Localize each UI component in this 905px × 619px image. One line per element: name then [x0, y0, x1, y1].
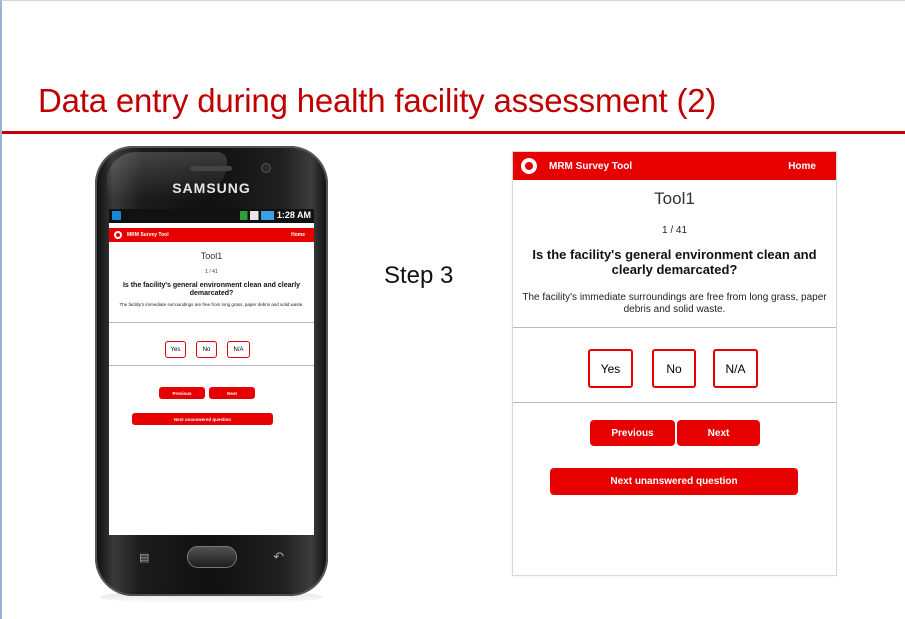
home-link[interactable]: Home: [788, 161, 816, 172]
step-label: Step 3: [384, 262, 454, 289]
question-description: The facility's immediate surroundings ar…: [119, 302, 304, 307]
phone-speaker: [190, 166, 232, 171]
question-text: Is the facility's general environment cl…: [532, 247, 817, 277]
next-button[interactable]: Next: [677, 420, 760, 446]
question-description: The facility's immediate surroundings ar…: [522, 292, 827, 315]
slide-title: Data entry during health facility assess…: [38, 82, 717, 119]
menu-icon[interactable]: ▤: [139, 551, 149, 564]
question-progress: 1 / 41: [661, 225, 688, 236]
notification-icon: [112, 211, 121, 220]
app-header: MRM Survey Tool Home: [513, 152, 836, 180]
option-no-button[interactable]: No: [652, 349, 696, 388]
app-header: MRM Survey Tool Home: [109, 228, 314, 242]
question-progress: 1 / 41: [205, 269, 218, 275]
back-arrow-icon[interactable]: ↶: [273, 549, 284, 565]
question-text: Is the facility's general environment cl…: [122, 282, 301, 297]
next-unanswered-button[interactable]: Next unanswered question: [132, 413, 273, 425]
home-link[interactable]: Home: [291, 232, 305, 238]
phone-screen: 1:28 AM MRM Survey Tool Home Tool1 1 / 4…: [109, 209, 314, 535]
brand-logo: SAMSUNG: [172, 180, 251, 196]
signal-battery-icons: [240, 211, 274, 220]
title-underline: [2, 131, 905, 134]
status-time: 1:28 AM: [276, 210, 311, 220]
option-yes-button[interactable]: Yes: [588, 349, 633, 388]
phone-mockup: SAMSUNG 1:28 AM MRM Survey Tool Home Too…: [95, 146, 328, 596]
status-bar: 1:28 AM: [109, 209, 314, 223]
phone-reflection: [100, 590, 323, 604]
phone-button-bar: ▤ ↶: [95, 538, 328, 588]
divider: [513, 327, 836, 328]
option-no-button[interactable]: No: [196, 341, 217, 358]
divider: [513, 402, 836, 403]
app-screenshot: MRM Survey Tool Home Tool1 1 / 41 Is the…: [512, 151, 837, 576]
tool-name: Tool1: [200, 251, 223, 261]
previous-button[interactable]: Previous: [590, 420, 675, 446]
camera-icon: [262, 164, 270, 172]
option-na-button[interactable]: N/A: [227, 341, 250, 358]
next-button[interactable]: Next: [209, 387, 255, 399]
tool-name: Tool1: [654, 189, 695, 208]
vodafone-logo-icon: [114, 231, 122, 239]
app-title: MRM Survey Tool: [127, 232, 169, 238]
option-yes-button[interactable]: Yes: [165, 341, 186, 358]
app-title: MRM Survey Tool: [549, 161, 633, 172]
option-na-button[interactable]: N/A: [713, 349, 758, 388]
divider: [109, 322, 314, 323]
divider: [109, 365, 314, 366]
previous-button[interactable]: Previous: [159, 387, 205, 399]
next-unanswered-button[interactable]: Next unanswered question: [550, 468, 798, 495]
vodafone-logo-icon: [521, 158, 537, 174]
home-button[interactable]: [187, 546, 237, 568]
